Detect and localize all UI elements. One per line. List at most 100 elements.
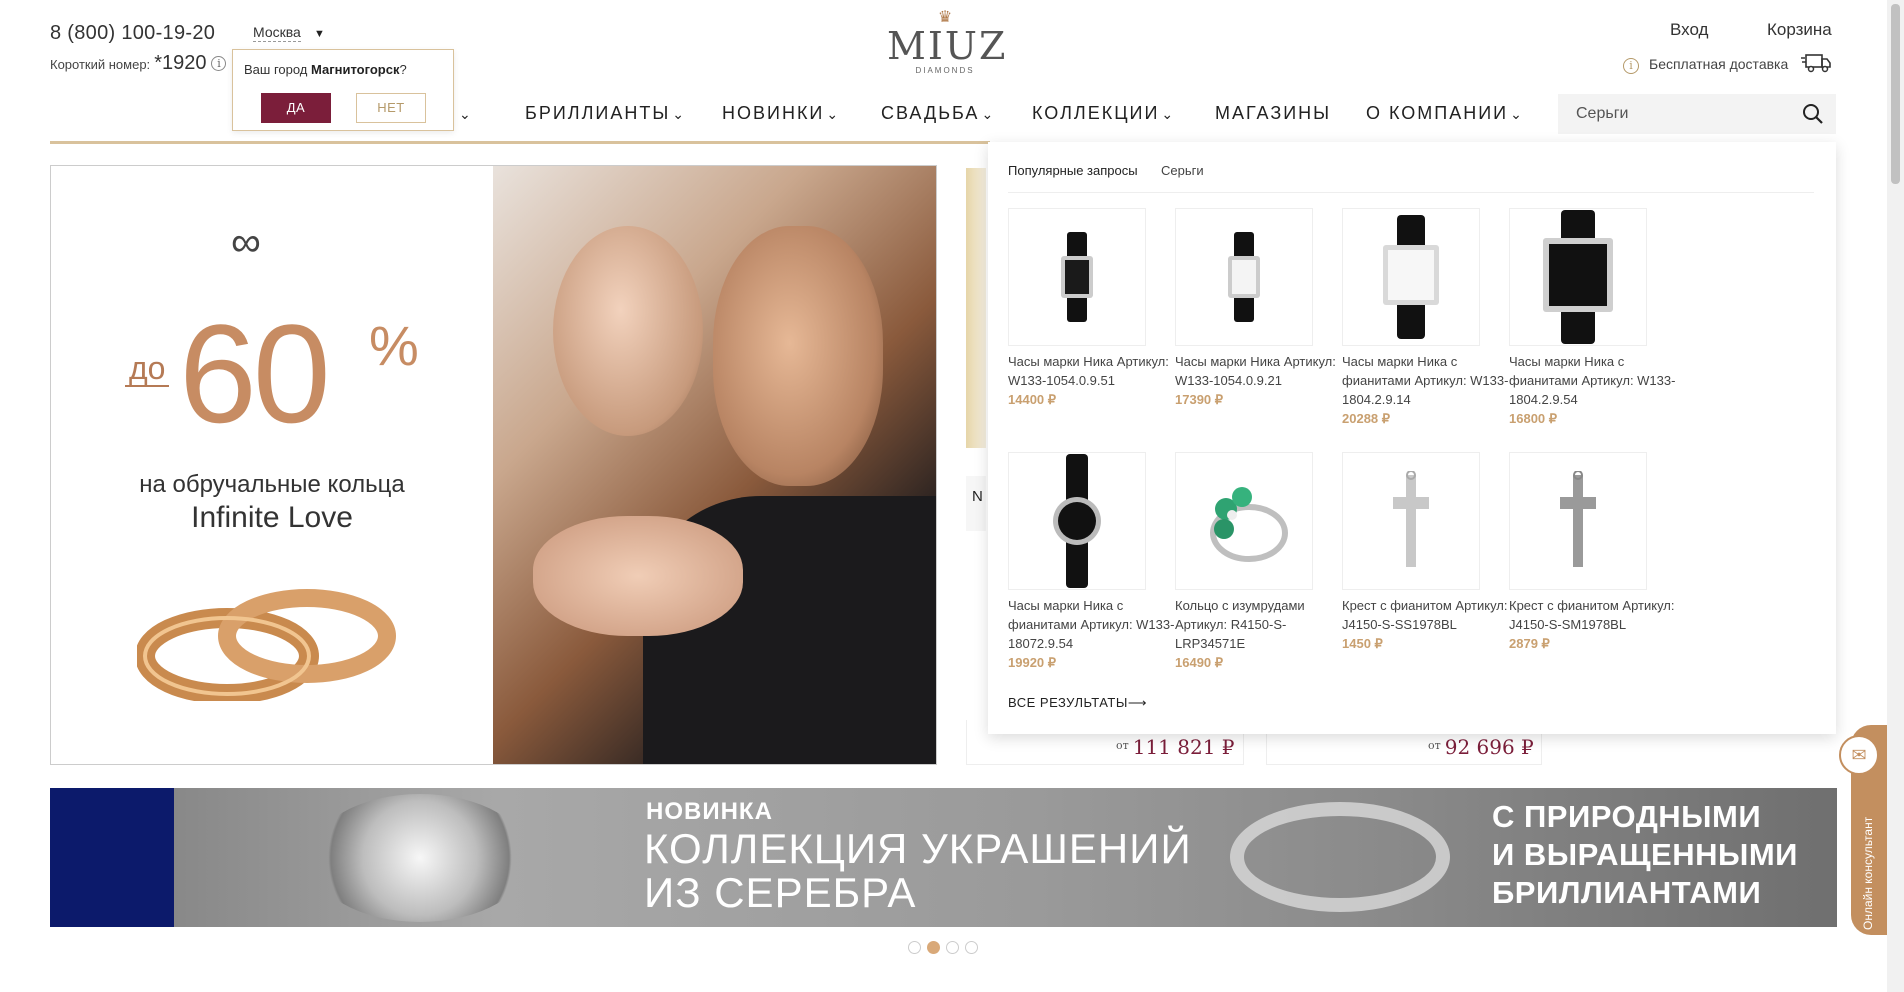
product-image[interactable] xyxy=(1175,452,1313,590)
scrollbar[interactable] xyxy=(1887,0,1904,992)
popular-queries-label: Популярные запросы xyxy=(1008,163,1138,178)
watch-image xyxy=(1543,210,1613,344)
nav-item-new[interactable]: НОВИНКИ ⌄ xyxy=(722,103,840,124)
online-consultant-tab[interactable]: ✉ Онлайн консультант xyxy=(1839,725,1887,935)
product-price: от 92 696 ₽ xyxy=(1428,735,1534,759)
photo-hand xyxy=(533,516,743,636)
short-number-label: Короткий номер: xyxy=(50,57,151,72)
couple-photo xyxy=(493,166,936,764)
silver-collection-banner[interactable]: НОВИНКА КОЛЛЕКЦИЯ УКРАШЕНИЙ ИЗ СЕРЕБРА С… xyxy=(50,788,1837,927)
product-price: 2879 ₽ xyxy=(1509,636,1550,651)
free-delivery[interactable]: i Бесплатная доставка xyxy=(1623,56,1788,74)
info-icon[interactable]: i xyxy=(211,56,227,71)
banner-right-line: И ВЫРАЩЕННЫМИ xyxy=(1492,837,1798,872)
chat-icon[interactable]: ✉ xyxy=(1839,735,1879,775)
info-icon: i xyxy=(1623,58,1639,74)
cart-link[interactable]: Корзина xyxy=(1767,20,1832,40)
slide-dot[interactable] xyxy=(965,941,978,954)
caret-down-icon[interactable]: ▼ xyxy=(314,28,325,40)
product-title[interactable]: Крест с фианитом Артикул: J4150-S-SM1978… xyxy=(1509,596,1689,634)
search-result-item[interactable]: Часы марки Ника с фианитами Артикул: W13… xyxy=(1342,208,1522,427)
product-price: 14400 ₽ xyxy=(1008,392,1057,407)
phone-number[interactable]: 8 (800) 100-19-20 xyxy=(50,22,215,45)
short-number: Короткий номер: *1920 i xyxy=(50,52,227,75)
nav-item-wedding[interactable]: СВАДЬБА ⌄ xyxy=(881,103,995,124)
promo-prefix: до xyxy=(125,351,170,387)
chevron-down-icon: ⌄ xyxy=(1510,106,1524,122)
search-result-item[interactable]: Крест с фианитом Артикул: J4150-S-SS1978… xyxy=(1342,452,1522,652)
cross-image xyxy=(1560,471,1596,567)
hero-banner[interactable]: ∞ до 60 % на обручальные кольца Infinite… xyxy=(50,165,937,765)
all-results-link[interactable]: ВСЕ РЕЗУЛЬТАТЫ⟶ xyxy=(1008,695,1147,711)
nav-label: НОВИНКИ xyxy=(722,103,825,123)
nav-item-diamonds[interactable]: БРИЛЛИАНТЫ ⌄ xyxy=(525,103,686,124)
nav-label: О КОМПАНИИ xyxy=(1366,103,1509,123)
nav-label: СВАДЬБА xyxy=(881,103,980,123)
question-suffix: ? xyxy=(399,62,407,77)
product-title[interactable]: Часы марки Ника Артикул: W133-1054.0.9.5… xyxy=(1008,352,1188,390)
nav-item-stores[interactable]: МАГАЗИНЫ xyxy=(1215,103,1331,124)
logo-name: MIUZ xyxy=(887,24,1008,68)
price-value: 111 821 ₽ xyxy=(1132,735,1235,759)
photo-woman xyxy=(553,226,703,436)
product-price: от 111 821 ₽ xyxy=(1116,735,1235,759)
product-title[interactable]: Кольцо с изумрудами Артикул: R4150-S-LRP… xyxy=(1175,596,1355,653)
product-title[interactable]: Часы марки Ника с фианитами Артикул: W13… xyxy=(1008,596,1188,653)
search-result-item[interactable]: Крест с фианитом Артикул: J4150-S-SM1978… xyxy=(1509,452,1689,652)
product-price: 16800 ₽ xyxy=(1509,411,1558,426)
product-price: 20288 ₽ xyxy=(1342,411,1391,426)
banner-dots[interactable] xyxy=(908,941,984,959)
yes-button[interactable]: ДА xyxy=(261,93,331,123)
search-result-item[interactable]: Часы марки Ника с фианитами Артикул: W13… xyxy=(1008,452,1188,671)
banner-right-line: БРИЛЛИАНТАМИ xyxy=(1492,875,1762,910)
question-prefix: Ваш город xyxy=(244,62,311,77)
product-image[interactable] xyxy=(1509,452,1647,590)
city-confirm-popup: Ваш город Магнитогорск? ДА НЕТ xyxy=(232,49,454,131)
product-image[interactable] xyxy=(1342,452,1480,590)
logo[interactable]: ♛ MIUZ DIAMONDS xyxy=(887,10,1008,76)
short-number-value[interactable]: *1920 xyxy=(154,52,206,74)
product-title[interactable]: Крест с фианитом Артикул: J4150-S-SS1978… xyxy=(1342,596,1522,634)
chevron-down-icon: ⌄ xyxy=(826,106,841,122)
product-image[interactable] xyxy=(1175,208,1313,346)
slide-dot[interactable] xyxy=(908,941,921,954)
search-value: Серьги xyxy=(1576,105,1629,122)
slide-dot[interactable] xyxy=(946,941,959,954)
detected-city: Магнитогорск xyxy=(311,62,400,77)
chevron-down-icon: ⌄ xyxy=(459,106,473,122)
product-price: 1450 ₽ xyxy=(1342,636,1383,651)
product-title[interactable]: Часы марки Ника с фианитами Артикул: W13… xyxy=(1342,352,1522,409)
popular-query-link[interactable]: Серьги xyxy=(1161,163,1204,178)
no-button[interactable]: НЕТ xyxy=(356,93,426,123)
banner-right-text: С ПРИРОДНЫМИ И ВЫРАЩЕННЫМИ БРИЛЛИАНТАМИ xyxy=(1492,798,1798,912)
nav-item-collections[interactable]: КОЛЛЕКЦИИ ⌄ xyxy=(1032,103,1175,124)
price-value: 92 696 ₽ xyxy=(1444,735,1534,759)
chevron-down-icon: ⌄ xyxy=(981,106,996,122)
search-result-item[interactable]: Кольцо с изумрудами Артикул: R4150-S-LRP… xyxy=(1175,452,1355,671)
watch-image xyxy=(1228,232,1260,322)
search-result-item[interactable]: Часы марки Ника с фианитами Артикул: W13… xyxy=(1509,208,1689,427)
slide-dot-active[interactable] xyxy=(927,941,940,954)
product-title[interactable]: Часы марки Ника с фианитами Артикул: W13… xyxy=(1509,352,1689,409)
search-dropdown: Популярные запросы Серьги Часы марки Ник… xyxy=(988,142,1836,734)
cross-image xyxy=(1393,471,1429,567)
hero-promo: ∞ до 60 % на обручальные кольца Infinite… xyxy=(51,166,538,764)
nav-item-about[interactable]: О КОМПАНИИ ⌄ xyxy=(1366,103,1524,124)
city-selector[interactable]: Москва xyxy=(253,24,301,42)
watch-image xyxy=(1383,215,1439,339)
delivery-label: Бесплатная доставка xyxy=(1649,56,1789,72)
search-input[interactable]: Серьги xyxy=(1558,94,1836,134)
search-result-item[interactable]: Часы марки Ника Артикул: W133-1054.0.9.2… xyxy=(1175,208,1355,408)
scrollbar-thumb[interactable] xyxy=(1891,4,1900,184)
product-image[interactable] xyxy=(1509,208,1647,346)
product-price: 19920 ₽ xyxy=(1008,655,1057,670)
banner-title-2: ИЗ СЕРЕБРА xyxy=(644,869,917,916)
login-link[interactable]: Вход xyxy=(1670,20,1708,40)
search-icon[interactable] xyxy=(1802,103,1824,125)
product-image[interactable] xyxy=(1008,208,1146,346)
product-card-image[interactable] xyxy=(966,168,986,448)
product-image[interactable] xyxy=(1342,208,1480,346)
product-image[interactable] xyxy=(1008,452,1146,590)
search-result-item[interactable]: Часы марки Ника Артикул: W133-1054.0.9.5… xyxy=(1008,208,1188,408)
product-title[interactable]: Часы марки Ника Артикул: W133-1054.0.9.2… xyxy=(1175,352,1355,390)
